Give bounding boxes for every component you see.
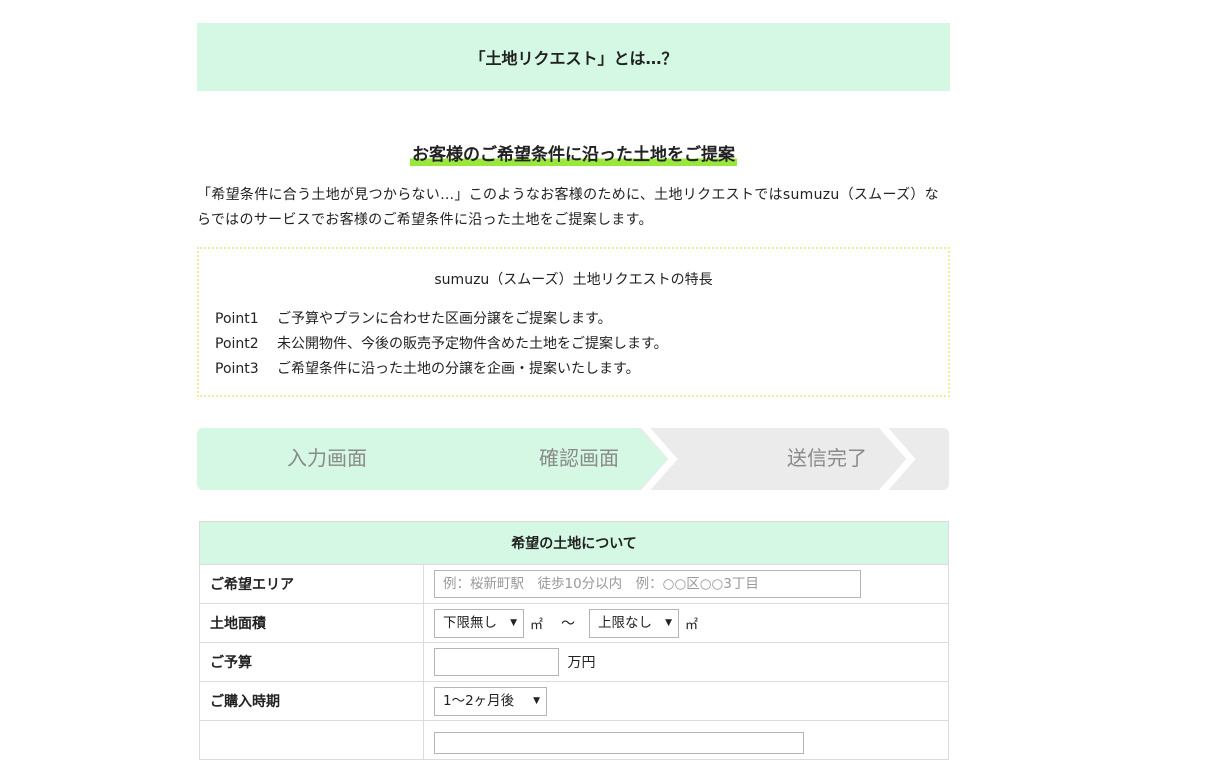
land-size-label: 土地面積 <box>199 603 424 643</box>
section-subtitle-row: お客様のご希望条件に沿った土地をご提案 <box>197 140 950 166</box>
step-input: 入力画面 <box>287 446 367 470</box>
hero-title: 「土地リクエスト」とは…？ <box>469 49 678 68</box>
budget-label: ご予算 <box>199 642 424 682</box>
area-field-cell <box>423 564 949 604</box>
dropdown-arrow-icon: ▼ <box>665 617 673 628</box>
land-size-min-value: 下限無し <box>443 614 497 631</box>
step-complete: 送信完了 <box>787 446 867 470</box>
step-confirm: 確認画面 <box>539 446 619 470</box>
purchase-timing-select[interactable]: 1～2ヶ月後 ▼ <box>434 686 547 716</box>
next-row-field-cell <box>423 720 949 760</box>
feature-point-label: Point2 <box>215 336 259 352</box>
area-label: ご希望エリア <box>199 564 424 604</box>
feature-point: Point3 ご希望条件に沿った土地の分譲を企画・提案いたします。 <box>215 357 668 382</box>
land-size-field-cell: 下限無し ▼ ㎡ ～ 上限なし ▼ ㎡ <box>423 603 949 643</box>
form-row-area: ご希望エリア <box>199 564 949 604</box>
dropdown-arrow-icon: ▼ <box>533 695 540 706</box>
purchase-timing-field-cell: 1～2ヶ月後 ▼ <box>423 681 949 721</box>
next-row-select[interactable] <box>434 732 804 754</box>
feature-point-text: ご予算やプランに合わせた区画分譲をご提案します。 <box>277 311 612 327</box>
budget-unit: 万円 <box>567 655 596 671</box>
next-row-label <box>199 720 424 760</box>
feature-point-label: Point1 <box>215 311 259 327</box>
budget-input[interactable] <box>434 648 559 676</box>
progress-steps: 入力画面 確認画面 送信完了 <box>197 428 949 490</box>
form-row-next <box>199 720 949 760</box>
feature-point-text: 未公開物件、今後の販売予定物件含めた土地をご提案します。 <box>277 336 668 352</box>
land-size-separator: ～ <box>561 616 576 632</box>
land-size-max-unit: ㎡ <box>685 617 699 633</box>
form-row-budget: ご予算 万円 <box>199 642 949 682</box>
feature-point: Point1 ご予算やプランに合わせた区画分譲をご提案します。 <box>215 307 668 332</box>
purchase-timing-value: 1～2ヶ月後 <box>443 692 515 709</box>
feature-point-text: ご希望条件に沿った土地の分譲を企画・提案いたします。 <box>277 361 640 377</box>
section-subtitle: お客様のご希望条件に沿った土地をご提案 <box>410 140 737 166</box>
area-input[interactable] <box>434 570 861 598</box>
land-size-min-select[interactable]: 下限無し ▼ <box>434 608 524 638</box>
form-caption: 希望の土地について <box>199 521 949 565</box>
form-row-land-size: 土地面積 下限無し ▼ ㎡ ～ 上限なし ▼ ㎡ <box>199 603 949 643</box>
intro-paragraph: 「希望条件に合う土地が見つからない…」このようなお客様のために、土地リクエストで… <box>197 187 939 228</box>
features-box: sumuzu（スムーズ）土地リクエストの特長 Point1 ご予算やプランに合わせ… <box>197 247 950 397</box>
land-request-form: 希望の土地について ご希望エリア 土地面積 下限無し ▼ ㎡ ～ 上限なし ▼ ㎡… <box>199 521 949 760</box>
features-list: Point1 ご予算やプランに合わせた区画分譲をご提案します。 Point2 未公開… <box>215 307 668 382</box>
purchase-timing-label: ご購入時期 <box>199 681 424 721</box>
dropdown-arrow-icon: ▼ <box>510 617 517 628</box>
feature-point: Point2 未公開物件、今後の販売予定物件含めた土地をご提案します。 <box>215 332 668 357</box>
budget-field-cell: 万円 <box>423 642 949 682</box>
hero-banner: 「土地リクエスト」とは…？ <box>197 23 950 91</box>
land-size-min-unit: ㎡ <box>530 617 544 633</box>
form-row-purchase-timing: ご購入時期 1～2ヶ月後 ▼ <box>199 681 949 721</box>
land-size-max-select[interactable]: 上限なし ▼ <box>589 608 680 638</box>
land-size-max-value: 上限なし <box>598 614 653 631</box>
feature-point-label: Point3 <box>215 361 259 377</box>
features-title: sumuzu（スムーズ）土地リクエストの特長 <box>434 272 713 288</box>
